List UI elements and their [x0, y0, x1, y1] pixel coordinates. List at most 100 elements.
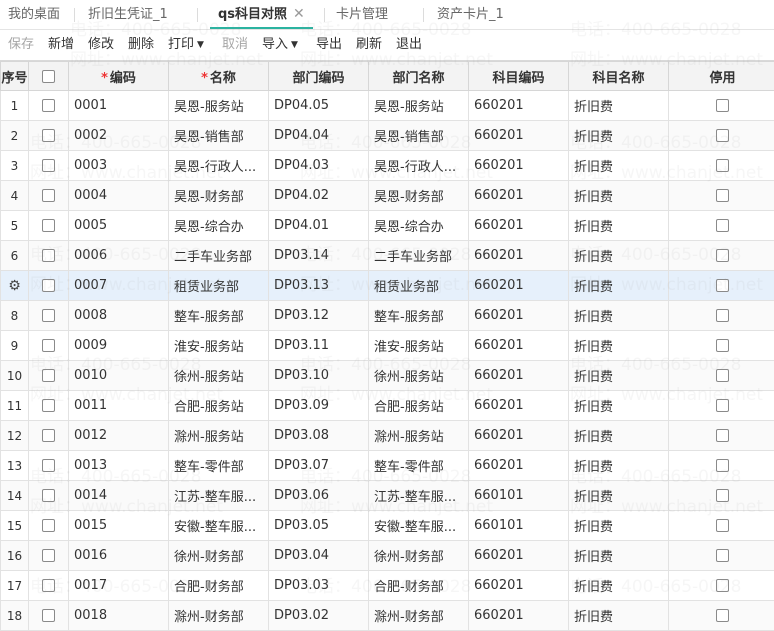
column-header-dept-name[interactable]: 部门名称: [369, 62, 469, 91]
subject-code-cell[interactable]: 660101: [469, 481, 569, 511]
row-checkbox[interactable]: [42, 159, 55, 172]
name-cell[interactable]: 滁州-财务部: [169, 601, 269, 631]
table-row[interactable]: 140014江苏-整车服...DP03.06江苏-整车服...660101折旧费: [1, 481, 774, 511]
table-row[interactable]: 100010徐州-服务站DP03.10徐州-服务站660201折旧费: [1, 361, 774, 391]
edit-button[interactable]: 修改: [88, 30, 114, 60]
subject-code-cell[interactable]: 660101: [469, 511, 569, 541]
dept-name-cell[interactable]: 整车-零件部: [369, 451, 469, 481]
dept-code-cell[interactable]: DP03.09: [269, 391, 369, 421]
column-header-dept-code[interactable]: 部门编码: [269, 62, 369, 91]
subject-name-cell[interactable]: 折旧费: [569, 421, 669, 451]
subject-name-cell[interactable]: 折旧费: [569, 571, 669, 601]
code-cell[interactable]: 0002: [69, 121, 169, 151]
subject-code-cell[interactable]: 660201: [469, 271, 569, 301]
dept-name-cell[interactable]: 合肥-服务站: [369, 391, 469, 421]
dept-code-cell[interactable]: DP03.14: [269, 241, 369, 271]
delete-button[interactable]: 删除: [128, 30, 154, 60]
dept-name-cell[interactable]: 昊恩-综合办: [369, 211, 469, 241]
subject-code-cell[interactable]: 660201: [469, 361, 569, 391]
dept-name-cell[interactable]: 二手车业务部: [369, 241, 469, 271]
dept-name-cell[interactable]: 整车-服务部: [369, 301, 469, 331]
code-cell[interactable]: 0016: [69, 541, 169, 571]
dept-name-cell[interactable]: 昊恩-服务站: [369, 91, 469, 121]
table-row[interactable]: 60006二手车业务部DP03.14二手车业务部660201折旧费: [1, 241, 774, 271]
row-checkbox[interactable]: [42, 399, 55, 412]
select-all-checkbox[interactable]: [42, 70, 55, 83]
stop-checkbox[interactable]: [716, 459, 729, 472]
subject-name-cell[interactable]: 折旧费: [569, 241, 669, 271]
close-icon[interactable]: ✕: [293, 6, 305, 22]
name-cell[interactable]: 滁州-服务站: [169, 421, 269, 451]
subject-code-cell[interactable]: 660201: [469, 241, 569, 271]
table-row[interactable]: 160016徐州-财务部DP03.04徐州-财务部660201折旧费: [1, 541, 774, 571]
stop-checkbox[interactable]: [716, 99, 729, 112]
code-cell[interactable]: 0012: [69, 421, 169, 451]
code-cell[interactable]: 0018: [69, 601, 169, 631]
dept-name-cell[interactable]: 昊恩-销售部: [369, 121, 469, 151]
dept-code-cell[interactable]: DP04.04: [269, 121, 369, 151]
stop-checkbox[interactable]: [716, 579, 729, 592]
name-cell[interactable]: 昊恩-财务部: [169, 181, 269, 211]
code-cell[interactable]: 0007: [69, 271, 169, 301]
dept-code-cell[interactable]: DP03.12: [269, 301, 369, 331]
subject-name-cell[interactable]: 折旧费: [569, 541, 669, 571]
name-cell[interactable]: 昊恩-服务站: [169, 91, 269, 121]
dept-code-cell[interactable]: DP03.02: [269, 601, 369, 631]
dept-name-cell[interactable]: 租赁业务部: [369, 271, 469, 301]
subject-name-cell[interactable]: 折旧费: [569, 361, 669, 391]
table-row[interactable]: 130013整车-零件部DP03.07整车-零件部660201折旧费: [1, 451, 774, 481]
name-cell[interactable]: 徐州-财务部: [169, 541, 269, 571]
name-cell[interactable]: 昊恩-销售部: [169, 121, 269, 151]
stop-checkbox[interactable]: [716, 159, 729, 172]
table-row[interactable]: 170017合肥-财务部DP03.03合肥-财务部660201折旧费: [1, 571, 774, 601]
subject-name-cell[interactable]: 折旧费: [569, 151, 669, 181]
row-checkbox[interactable]: [42, 129, 55, 142]
table-row[interactable]: 150015安徽-整车服...DP03.05安徽-整车服...660101折旧费: [1, 511, 774, 541]
subject-code-cell[interactable]: 660201: [469, 151, 569, 181]
dept-code-cell[interactable]: DP04.02: [269, 181, 369, 211]
table-row[interactable]: 30003昊恩-行政人...DP04.03昊恩-行政人...660201折旧费: [1, 151, 774, 181]
stop-checkbox[interactable]: [716, 219, 729, 232]
tab-card-management[interactable]: 卡片管理: [336, 0, 388, 29]
code-cell[interactable]: 0004: [69, 181, 169, 211]
stop-checkbox[interactable]: [716, 279, 729, 292]
export-button[interactable]: 导出: [316, 30, 342, 60]
dept-name-cell[interactable]: 昊恩-财务部: [369, 181, 469, 211]
subject-code-cell[interactable]: 660201: [469, 391, 569, 421]
name-cell[interactable]: 合肥-财务部: [169, 571, 269, 601]
subject-code-cell[interactable]: 660201: [469, 571, 569, 601]
stop-checkbox[interactable]: [716, 489, 729, 502]
name-cell[interactable]: 合肥-服务站: [169, 391, 269, 421]
subject-name-cell[interactable]: 折旧费: [569, 181, 669, 211]
dept-name-cell[interactable]: 滁州-财务部: [369, 601, 469, 631]
dept-code-cell[interactable]: DP03.08: [269, 421, 369, 451]
table-row[interactable]: 40004昊恩-财务部DP04.02昊恩-财务部660201折旧费: [1, 181, 774, 211]
row-checkbox[interactable]: [42, 459, 55, 472]
column-header-code[interactable]: *编码: [69, 62, 169, 91]
subject-code-cell[interactable]: 660201: [469, 211, 569, 241]
code-cell[interactable]: 0009: [69, 331, 169, 361]
table-row[interactable]: 50005昊恩-综合办DP04.01昊恩-综合办660201折旧费: [1, 211, 774, 241]
stop-checkbox[interactable]: [716, 609, 729, 622]
subject-name-cell[interactable]: 折旧费: [569, 601, 669, 631]
row-checkbox[interactable]: [42, 219, 55, 232]
row-checkbox[interactable]: [42, 609, 55, 622]
subject-name-cell[interactable]: 折旧费: [569, 271, 669, 301]
row-checkbox[interactable]: [42, 489, 55, 502]
gear-icon[interactable]: ⚙: [8, 278, 21, 294]
subject-name-cell[interactable]: 折旧费: [569, 451, 669, 481]
row-checkbox[interactable]: [42, 99, 55, 112]
table-row[interactable]: 90009淮安-服务站DP03.11淮安-服务站660201折旧费: [1, 331, 774, 361]
subject-name-cell[interactable]: 折旧费: [569, 481, 669, 511]
stop-checkbox[interactable]: [716, 339, 729, 352]
row-checkbox[interactable]: [42, 189, 55, 202]
name-cell[interactable]: 昊恩-行政人...: [169, 151, 269, 181]
name-cell[interactable]: 整车-服务部: [169, 301, 269, 331]
dept-name-cell[interactable]: 淮安-服务站: [369, 331, 469, 361]
refresh-button[interactable]: 刷新: [356, 30, 382, 60]
subject-code-cell[interactable]: 660201: [469, 121, 569, 151]
code-cell[interactable]: 0015: [69, 511, 169, 541]
dept-code-cell[interactable]: DP03.11: [269, 331, 369, 361]
code-cell[interactable]: 0005: [69, 211, 169, 241]
save-button[interactable]: 保存: [8, 30, 34, 60]
